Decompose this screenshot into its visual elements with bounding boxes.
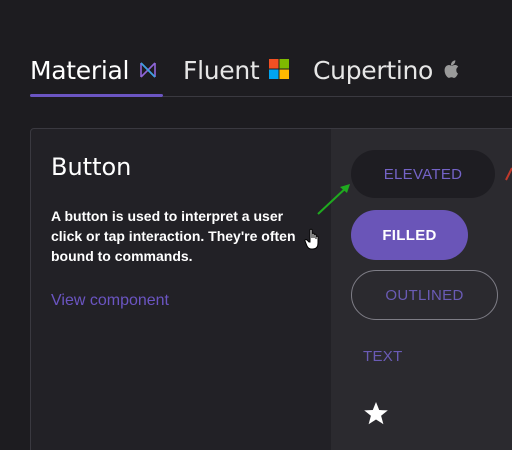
text-button[interactable]: TEXT [363,341,403,371]
tab-label: Cupertino [313,55,434,85]
elevated-button[interactable]: ELEVATED [351,150,495,198]
tab-fluent[interactable]: Fluent [183,52,290,88]
button-component-card: Button A button is used to interpret a u… [30,128,512,450]
windows-logo-icon [269,56,290,85]
card-title: Button [51,153,132,181]
card-info: Button A button is used to interpret a u… [31,129,331,450]
tabs-divider [163,96,512,97]
annotation-arrow-icon [312,180,356,225]
tab-material[interactable]: Material [30,52,157,88]
star-icon[interactable] [363,401,389,431]
card-description: A button is used to interpret a user cli… [51,208,296,264]
button-preview-panel: ELEVATED FILLED OUTLINED TEXT [331,129,512,450]
view-component-link[interactable]: View component [51,292,169,310]
design-system-tabs: Material Fluent Cupertino [0,0,512,98]
tab-label: Fluent [183,55,260,85]
filled-button[interactable]: FILLED [351,210,468,260]
material-logo-icon [139,56,157,85]
active-tab-indicator [30,94,163,97]
apple-logo-icon [443,56,459,85]
hand-cursor-icon [304,228,322,255]
tab-cupertino[interactable]: Cupertino [313,52,459,88]
tab-label: Material [30,55,130,85]
annotation-mark-icon [504,166,512,187]
outlined-button[interactable]: OUTLINED [351,270,498,320]
